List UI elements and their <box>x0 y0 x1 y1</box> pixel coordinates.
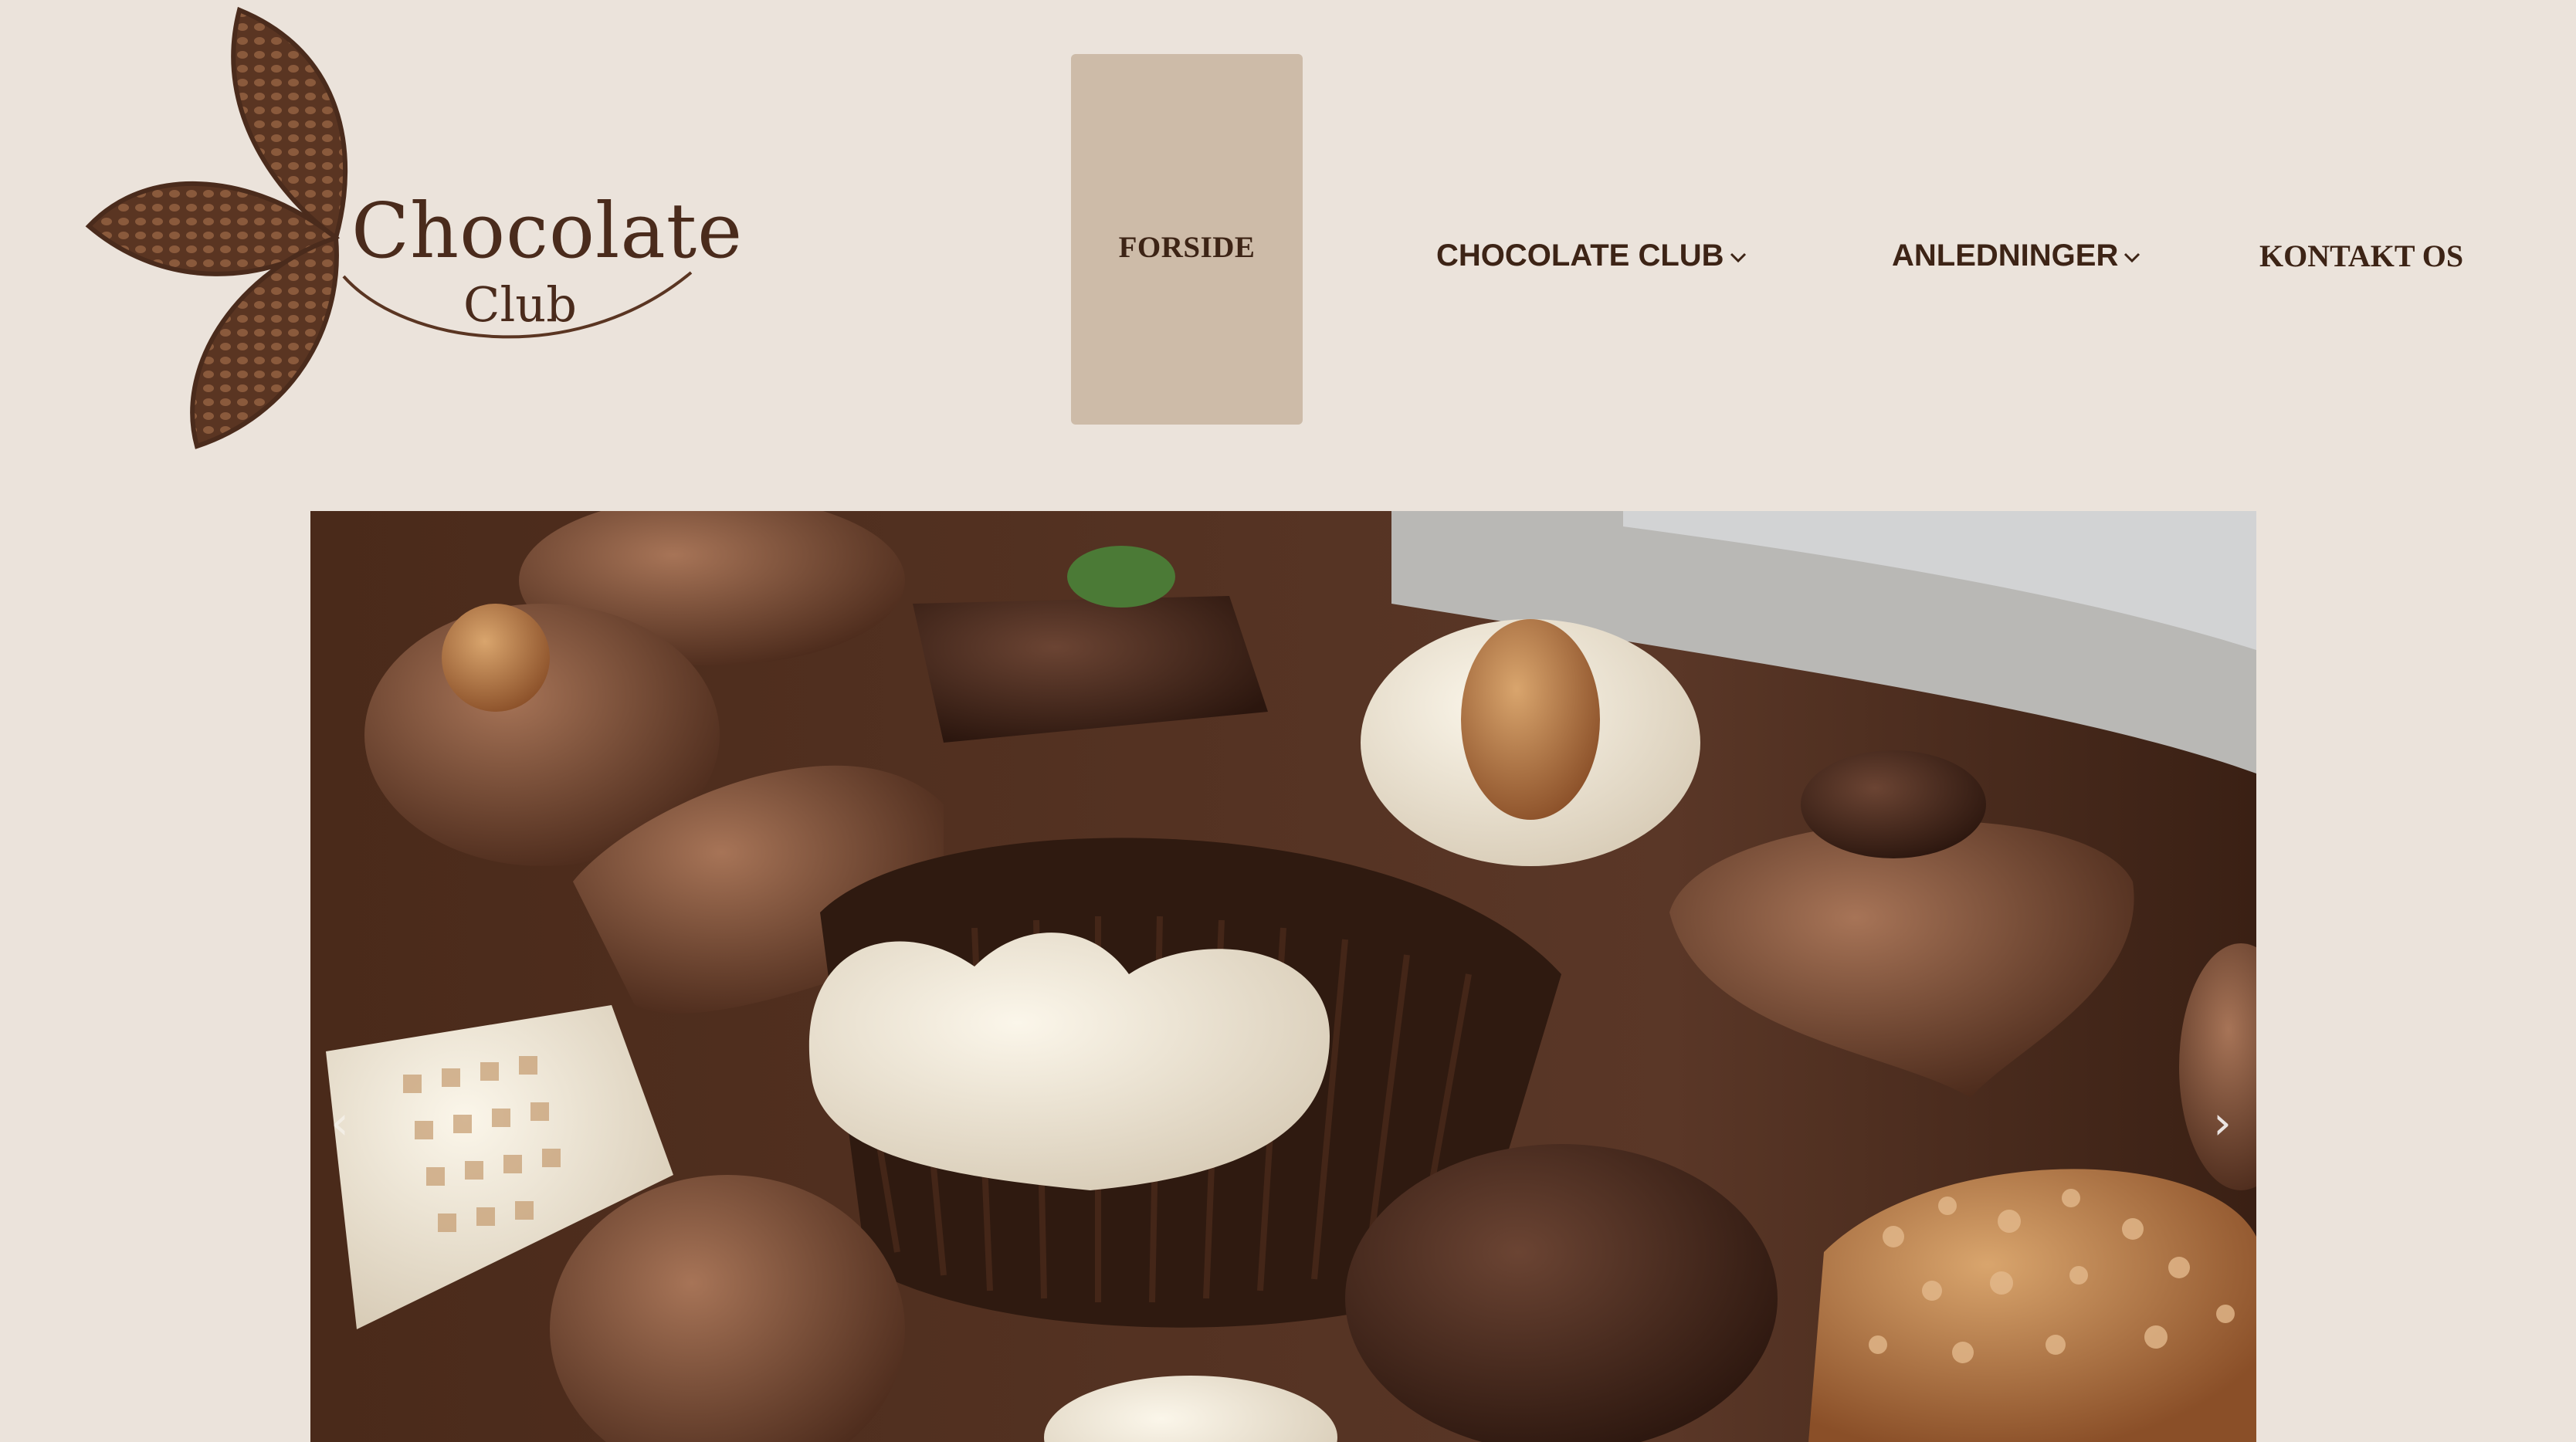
logo-subtitle: Club <box>463 276 577 333</box>
chevron-down-icon <box>1730 252 1746 263</box>
nav-home-label: FORSIDE <box>1118 230 1256 264</box>
logo-wordmark: Chocolate <box>351 188 744 276</box>
nav-chocolate-club[interactable]: CHOCOLATE CLUB <box>1436 232 1747 279</box>
chocolate-club-logo[interactable]: Chocolate Club <box>81 6 742 454</box>
hero-slider[interactable] <box>310 511 2256 1442</box>
chevron-down-icon <box>2124 252 2140 263</box>
site-header: Chocolate Club FORSIDE CHOCOLATE CLUB AN… <box>0 0 2576 494</box>
nav-chocolate-club-label: CHOCOLATE CLUB <box>1436 238 1724 272</box>
nav-home[interactable]: FORSIDE <box>1071 54 1303 425</box>
slider-next-button[interactable]: › <box>2213 1100 2232 1146</box>
nav-anledninger-label: ANLEDNINGER <box>1892 238 2119 272</box>
slider-prev-button[interactable]: ‹ <box>330 1100 349 1146</box>
nav-kontakt-os-label: KONTAKT OS <box>2259 238 2464 273</box>
nav-anledninger[interactable]: ANLEDNINGER <box>1892 232 2141 279</box>
nav-kontakt-os[interactable]: KONTAKT OS <box>2259 232 2463 279</box>
hero-chocolate-image <box>310 511 2256 1442</box>
